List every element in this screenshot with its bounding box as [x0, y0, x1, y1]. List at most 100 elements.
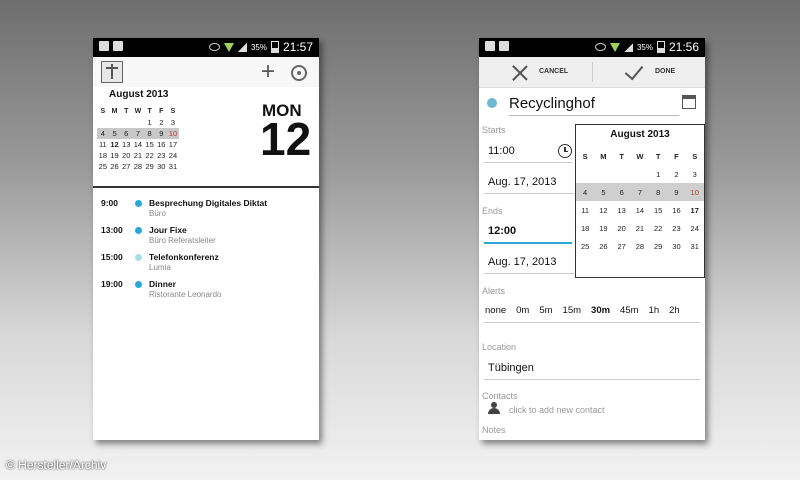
day-cell[interactable]: 5	[594, 188, 612, 197]
day-cell[interactable]: 7	[631, 188, 649, 197]
field-underline	[484, 273, 574, 274]
alert-option[interactable]: 15m	[563, 305, 581, 316]
day-cell[interactable]: 9	[155, 129, 167, 138]
day-cell[interactable]: 7	[132, 129, 144, 138]
day-cell[interactable]: 27	[120, 162, 132, 171]
day-cell[interactable]: 30	[155, 162, 167, 171]
weekday-header: T	[147, 108, 152, 115]
day-cell[interactable]: 5	[109, 129, 121, 138]
day-cell[interactable]: 24	[167, 151, 179, 160]
weekday-header: S	[692, 151, 698, 161]
day-cell[interactable]: 19	[594, 224, 612, 233]
clock-icon[interactable]	[558, 144, 572, 158]
day-cell[interactable]: 17	[686, 206, 704, 215]
day-cell[interactable]: 18	[576, 224, 594, 233]
day-cell[interactable]: 21	[132, 151, 144, 160]
event-item[interactable]: 9:00 Besprechung Digitales Diktat Büro	[93, 196, 319, 223]
location-field[interactable]: Tübingen	[488, 362, 534, 374]
day-cell[interactable]: 16	[667, 206, 685, 215]
day-cell[interactable]: 8	[144, 129, 156, 138]
day-cell[interactable]: 20	[120, 151, 132, 160]
day-cell[interactable]: 11	[97, 140, 109, 149]
day-cell[interactable]: 6	[120, 129, 132, 138]
day-cell[interactable]: 18	[97, 151, 109, 160]
day-cell[interactable]: 29	[649, 242, 667, 251]
day-cell[interactable]: 10	[167, 129, 179, 138]
day-cell[interactable]: 25	[97, 162, 109, 171]
day-cell[interactable]: 26	[594, 242, 612, 251]
day-cell[interactable]: 22	[144, 151, 156, 160]
add-event-button[interactable]: +	[261, 60, 275, 84]
day-cell[interactable]: 25	[576, 242, 594, 251]
week-row: 11 12 13 14 15 16 17	[97, 139, 179, 150]
day-cell[interactable]: 11	[576, 206, 594, 215]
day-cell[interactable]: 6	[613, 188, 631, 197]
alert-option[interactable]: 5m	[539, 305, 552, 316]
alert-option[interactable]: 30m	[591, 305, 610, 316]
alert-option[interactable]: 2h	[669, 305, 680, 316]
starts-label: Starts	[482, 125, 506, 135]
day-cell[interactable]: 14	[132, 140, 144, 149]
day-cell[interactable]: 31	[686, 242, 704, 251]
day-cell[interactable]: 17	[167, 140, 179, 149]
day-cell[interactable]: 1	[649, 170, 667, 179]
alert-option[interactable]: 1h	[649, 305, 660, 316]
day-cell[interactable]: 29	[144, 162, 156, 171]
day-cell[interactable]: 20	[613, 224, 631, 233]
day-cell[interactable]: 28	[132, 162, 144, 171]
event-time: 19:00	[101, 279, 123, 289]
day-cell[interactable]: 27	[613, 242, 631, 251]
smart-stay-icon	[594, 43, 606, 51]
add-contact-placeholder[interactable]: click to add new contact	[509, 405, 605, 415]
day-cell[interactable]: 12	[594, 206, 612, 215]
day-cell[interactable]: 16	[155, 140, 167, 149]
day-cell[interactable]: 28	[631, 242, 649, 251]
start-date-field[interactable]: Aug. 17, 2013	[488, 176, 557, 188]
end-date-field[interactable]: Aug. 17, 2013	[488, 256, 557, 268]
day-cell[interactable]: 19	[109, 151, 121, 160]
person-icon[interactable]	[488, 402, 500, 414]
cancel-label: CANCEL	[539, 68, 569, 75]
event-item[interactable]: 13:00 Jour Fixe Büro Referatsleiter	[93, 223, 319, 250]
alert-option[interactable]: none	[485, 305, 506, 316]
day-cell[interactable]: 13	[613, 206, 631, 215]
day-cell[interactable]: 8	[649, 188, 667, 197]
day-cell[interactable]: 9	[667, 188, 685, 197]
calendar-icon[interactable]	[682, 95, 696, 109]
day-cell[interactable]: 21	[631, 224, 649, 233]
clock: 21:56	[668, 40, 699, 54]
day-cell[interactable]: 24	[686, 224, 704, 233]
day-cell[interactable]: 4	[97, 129, 109, 138]
day-cell[interactable]: 14	[631, 206, 649, 215]
day-cell[interactable]: 15	[649, 206, 667, 215]
day-cell[interactable]: 3	[167, 118, 179, 127]
day-cell[interactable]: 12	[109, 140, 121, 149]
day-cell[interactable]: 15	[144, 140, 156, 149]
day-cell[interactable]: 26	[109, 162, 121, 171]
day-cell[interactable]: 2	[667, 170, 685, 179]
today-locate-icon[interactable]	[291, 65, 307, 81]
weekday-header: M	[600, 151, 607, 161]
alert-option[interactable]: 0m	[516, 305, 529, 316]
event-item[interactable]: 15:00 Telefonkonferenz Lumia	[93, 250, 319, 277]
day-cell[interactable]: 22	[649, 224, 667, 233]
day-cell[interactable]: 31	[167, 162, 179, 171]
day-cell[interactable]: 30	[667, 242, 685, 251]
event-color-dot[interactable]	[487, 98, 497, 108]
start-time-field[interactable]: 11:00	[488, 145, 515, 157]
end-time-field[interactable]: 12:00	[488, 225, 516, 237]
event-title: Jour Fixe	[149, 225, 187, 235]
day-cell[interactable]: 1	[144, 118, 156, 127]
alert-option[interactable]: 45m	[620, 305, 638, 316]
day-cell[interactable]: 3	[686, 170, 704, 179]
app-icon[interactable]	[101, 61, 123, 83]
day-cell[interactable]: 4	[576, 188, 594, 197]
event-item[interactable]: 19:00 Dinner Ristorante Leonardo	[93, 277, 319, 304]
day-cell[interactable]: 13	[120, 140, 132, 149]
day-cell[interactable]: 23	[667, 224, 685, 233]
day-cell[interactable]: 10	[686, 188, 704, 197]
event-title-input[interactable]	[509, 91, 679, 116]
day-cell[interactable]: 2	[155, 118, 167, 127]
day-cell[interactable]: 23	[155, 151, 167, 160]
date-picker-popup: August 2013 S M T W T F S 1 2 3 4 5 6 7 8 9 10 11 12 13 14 15…	[575, 124, 705, 278]
